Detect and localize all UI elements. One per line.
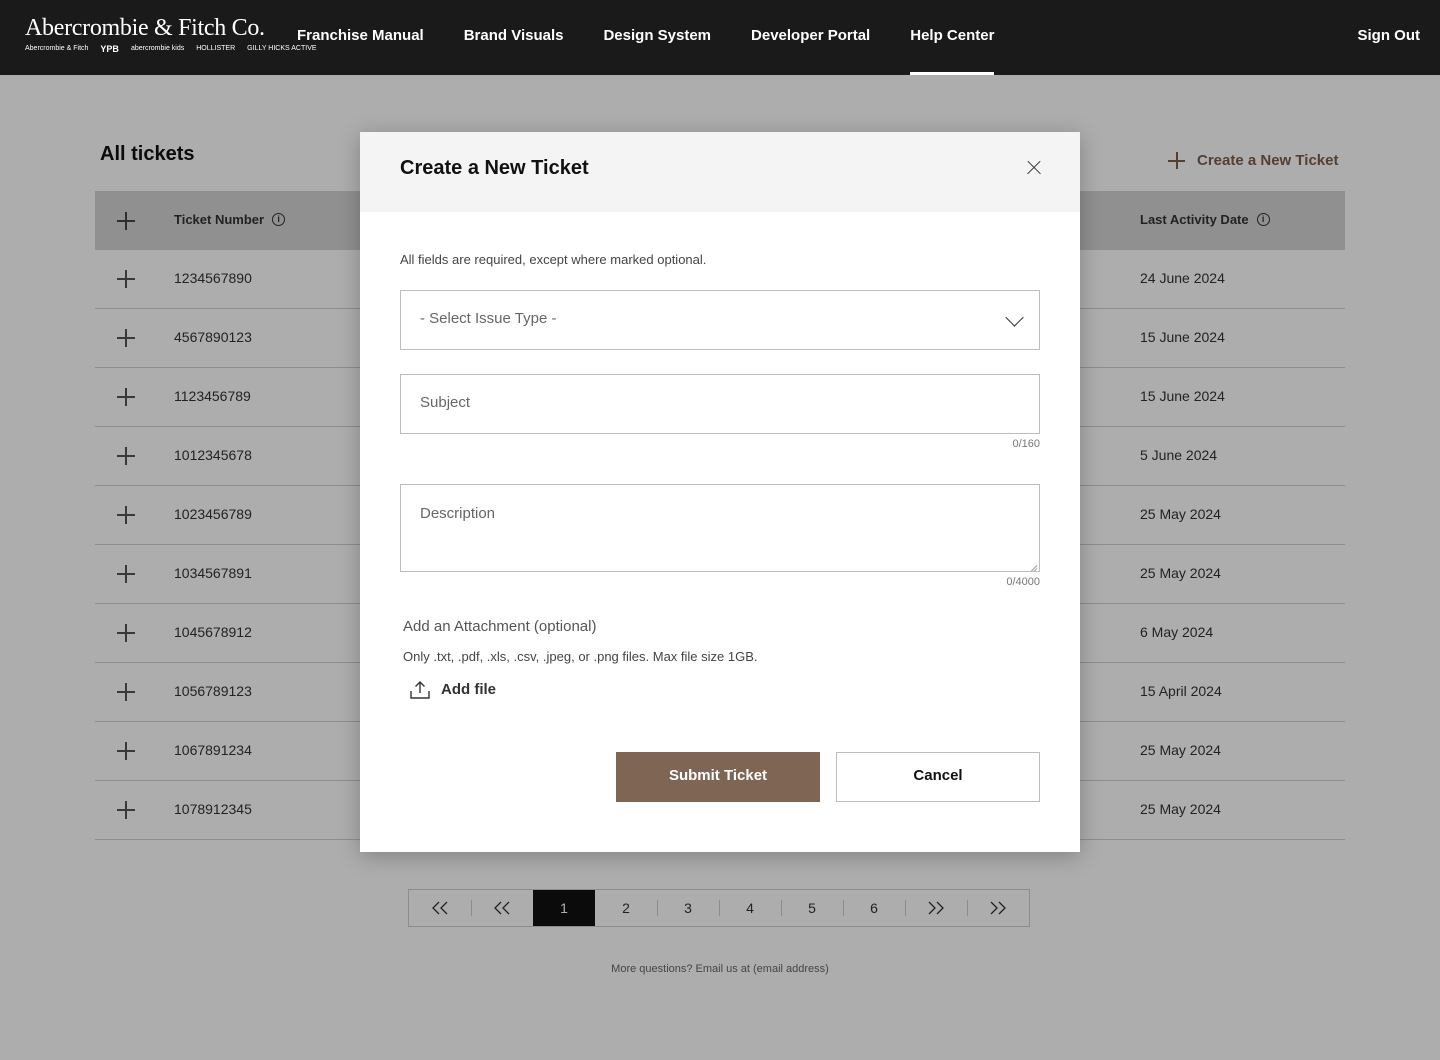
description-textarea[interactable]: Description [400,484,1040,572]
logo-brand-kids: abercrombie kids [130,44,185,52]
sign-out-link[interactable]: Sign Out [1358,0,1421,72]
description-placeholder: Description [420,505,496,522]
required-fields-note: All fields are required, except where ma… [400,252,707,267]
upload-icon [410,681,430,699]
resize-handle-icon[interactable] [1029,561,1037,569]
subject-input[interactable]: Subject [400,374,1040,434]
add-file-button[interactable]: Add file [410,680,496,699]
nav-franchise-manual[interactable]: Franchise Manual [297,0,424,75]
logo-brand-af: Abercrombie & Fitch [25,44,89,52]
modal-title: Create a New Ticket [400,157,589,179]
nav-developer-portal[interactable]: Developer Portal [751,0,870,75]
issue-type-select[interactable]: - Select Issue Type - [400,290,1040,350]
subject-character-counter: 0/160 [1012,438,1040,450]
submit-ticket-button[interactable]: Submit Ticket [616,752,820,802]
logo-brand-ypb: YPB [100,43,119,54]
issue-type-placeholder: - Select Issue Type - [420,310,557,327]
main-nav: Franchise Manual Brand Visuals Design Sy… [297,0,1034,76]
cancel-button[interactable]: Cancel [836,752,1040,802]
top-navigation-bar: Abercrombie & Fitch Co. Abercrombie & Fi… [0,0,1440,76]
create-ticket-modal: Create a New Ticket All fields are requi… [360,132,1080,852]
nav-brand-visuals[interactable]: Brand Visuals [464,0,564,75]
subject-placeholder: Subject [420,394,471,411]
modal-header: Create a New Ticket [360,132,1080,212]
brand-logo[interactable]: Abercrombie & Fitch Co. Abercrombie & Fi… [25,14,317,62]
description-character-counter: 0/4000 [1006,576,1040,588]
nav-design-system[interactable]: Design System [603,0,711,75]
attachment-file-rules: Only .txt, .pdf, .xls, .csv, .jpeg, or .… [403,649,758,664]
chevron-down-icon [1005,308,1024,327]
attachment-title: Add an Attachment (optional) [403,618,597,635]
logo-wordmark: Abercrombie & Fitch Co. [25,15,265,41]
nav-help-center[interactable]: Help Center [910,0,995,76]
close-icon[interactable] [1026,160,1042,176]
logo-brand-hollister: HOLLISTER [196,44,236,52]
logo-brand-list: Abercrombie & Fitch YPB abercrombie kids… [25,43,317,54]
add-file-label: Add file [441,681,496,698]
